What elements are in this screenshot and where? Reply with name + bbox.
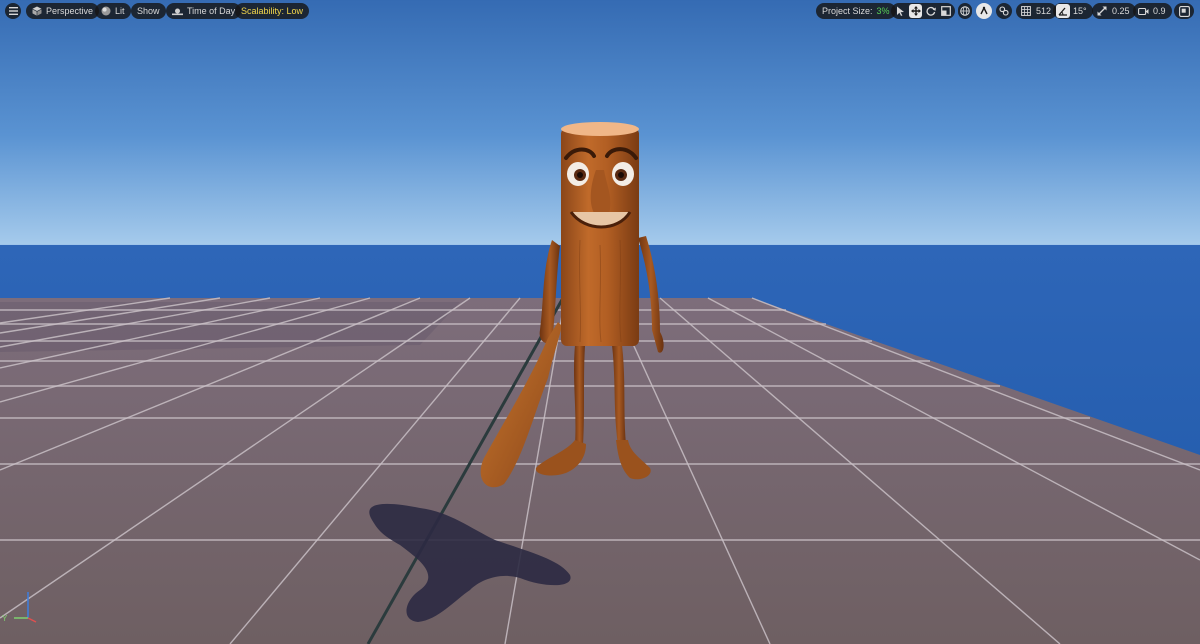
cube-icon bbox=[32, 6, 42, 16]
move-arrows-icon bbox=[910, 6, 921, 16]
sun-landscape-icon bbox=[172, 8, 183, 15]
rotate-icon bbox=[925, 6, 936, 16]
scale-arrow-icon bbox=[1097, 6, 1107, 16]
scalability-label: Scalability: Low bbox=[241, 6, 304, 16]
level-viewport[interactable]: Y Perspective Lit Show Time of Day Scala… bbox=[0, 0, 1200, 644]
rotation-snap-value: 15° bbox=[1073, 6, 1087, 16]
time-of-day-button[interactable]: Time of Day bbox=[166, 3, 242, 19]
project-size-value: 3% bbox=[876, 6, 890, 16]
rotation-snap-control[interactable]: 15° bbox=[1053, 3, 1093, 19]
project-size-label: Project Size: bbox=[822, 6, 873, 16]
grid-snap-control[interactable]: 512 bbox=[1016, 3, 1058, 19]
lit-label: Lit bbox=[115, 6, 125, 16]
viewport-toolbar: Perspective Lit Show Time of Day Scalabi… bbox=[0, 0, 1200, 22]
grid-icon bbox=[1021, 6, 1031, 16]
scale-snap-button[interactable] bbox=[1095, 4, 1109, 18]
rotation-snap-button[interactable] bbox=[1056, 4, 1070, 18]
snap-icon bbox=[999, 6, 1009, 16]
camera-speed-value: 0.9 bbox=[1153, 6, 1166, 16]
show-label: Show bbox=[137, 6, 160, 16]
sphere-icon bbox=[101, 6, 111, 16]
grid-snap-value: 512 bbox=[1036, 6, 1052, 16]
surface-snapping-toggle[interactable] bbox=[976, 3, 992, 19]
camera-speed-button[interactable] bbox=[1136, 4, 1150, 18]
globe-icon bbox=[960, 6, 970, 16]
translate-mode-button[interactable] bbox=[909, 4, 922, 18]
grid-snap-button[interactable] bbox=[1019, 4, 1033, 18]
scene-render bbox=[0, 0, 1200, 644]
scale-mode-button[interactable] bbox=[939, 4, 952, 18]
maximize-viewport-button[interactable] bbox=[1174, 3, 1194, 19]
project-size-indicator[interactable]: Project Size: 3% bbox=[816, 3, 896, 19]
camera-icon bbox=[1137, 7, 1148, 15]
hamburger-menu-icon bbox=[8, 7, 18, 15]
show-button[interactable]: Show bbox=[131, 3, 166, 19]
angle-icon bbox=[1058, 7, 1067, 16]
world-local-toggle[interactable] bbox=[958, 3, 972, 19]
viewport-menu-button[interactable] bbox=[5, 3, 21, 19]
maximize-icon bbox=[1178, 5, 1190, 17]
pointer-arrow-icon bbox=[897, 6, 904, 16]
transform-mode-group bbox=[891, 3, 955, 19]
perspective-label: Perspective bbox=[46, 6, 94, 16]
scalability-button[interactable]: Scalability: Low bbox=[235, 3, 310, 19]
axis-y-label: Y bbox=[2, 614, 8, 623]
time-of-day-label: Time of Day bbox=[187, 6, 236, 16]
select-mode-button[interactable] bbox=[894, 4, 907, 18]
transform-snap-toggle[interactable] bbox=[996, 3, 1012, 19]
perspective-button[interactable]: Perspective bbox=[26, 3, 100, 19]
camera-speed-control[interactable]: 0.9 bbox=[1133, 3, 1172, 19]
scale-snap-control[interactable]: 0.25 bbox=[1092, 3, 1136, 19]
rotate-mode-button[interactable] bbox=[924, 4, 937, 18]
surface-snap-icon bbox=[980, 6, 988, 15]
axis-gizmo bbox=[14, 592, 37, 623]
lit-button[interactable]: Lit bbox=[95, 3, 131, 19]
scale-icon bbox=[940, 6, 951, 16]
scale-snap-value: 0.25 bbox=[1112, 6, 1130, 16]
